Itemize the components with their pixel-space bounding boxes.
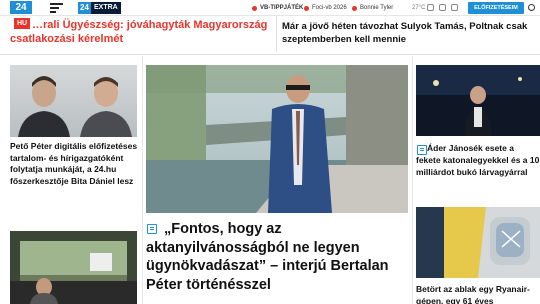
weather-temp: 27°C	[412, 5, 426, 11]
nav-item-label: Foci-vb 2026	[312, 5, 347, 11]
headline-right-2[interactable]: Betört az ablak egy Ryanair-gépen, egy 6…	[416, 284, 540, 304]
youtube-icon[interactable]	[451, 4, 458, 11]
nav-item-vb-tippjatek[interactable]: VB-TIPPJÁTÉK	[252, 0, 303, 16]
nav-item-label: VB-TIPPJÁTÉK	[260, 5, 304, 11]
social-icons	[427, 4, 463, 12]
article-image-shooting-range[interactable]	[10, 231, 137, 304]
extra-badge-label: EXTRA	[91, 2, 121, 14]
bullet-icon	[304, 5, 309, 11]
subscriptions-button[interactable]: ELŐFIZETÉSEIM	[468, 2, 524, 14]
top-bar: 24 24 EXTRA VB-TIPPJÁTÉK Foci-vb 2026 Bo…	[0, 0, 540, 16]
nav-item-foci-vb[interactable]: Foci-vb 2026	[304, 0, 347, 16]
bullet-icon	[352, 5, 357, 11]
article-image-hero[interactable]	[146, 65, 408, 213]
divider	[0, 54, 540, 55]
headline-center[interactable]: „Fontos, hogy az aktanyilvánosságból ne …	[146, 220, 408, 294]
bullet-icon	[252, 5, 257, 11]
divider	[142, 56, 143, 304]
nav-item-label: Bonnie Tyler	[360, 5, 394, 11]
headline-top-right[interactable]: Már a jövő héten távozhat Sulyok Tamás, …	[282, 20, 534, 46]
headline-top-left[interactable]: …rali Ügyészség: jóváhagyták Magyarorszá…	[10, 18, 272, 46]
search-icon[interactable]	[528, 4, 535, 11]
menu-icon[interactable]	[50, 3, 63, 13]
facebook-icon[interactable]	[427, 4, 434, 11]
extra-badge-num: 24	[78, 2, 91, 14]
article-image-airplane[interactable]	[416, 207, 540, 278]
headline-left[interactable]: Pető Péter digitális előfizetéses tartal…	[10, 141, 138, 187]
country-tag: HU	[14, 18, 31, 29]
headline-right-1[interactable]: Áder Jánosék esete a fekete katonalegyek…	[416, 143, 540, 178]
site-logo[interactable]: 24	[10, 1, 32, 14]
divider	[412, 56, 413, 304]
instagram-icon[interactable]	[439, 4, 446, 11]
article-image-speech[interactable]	[416, 65, 540, 136]
article-image-two-men[interactable]	[10, 65, 137, 137]
extra-badge[interactable]: 24 EXTRA	[78, 2, 121, 14]
nav-item-bonnie-tyler[interactable]: Bonnie Tyler	[352, 0, 393, 16]
divider	[276, 16, 277, 52]
